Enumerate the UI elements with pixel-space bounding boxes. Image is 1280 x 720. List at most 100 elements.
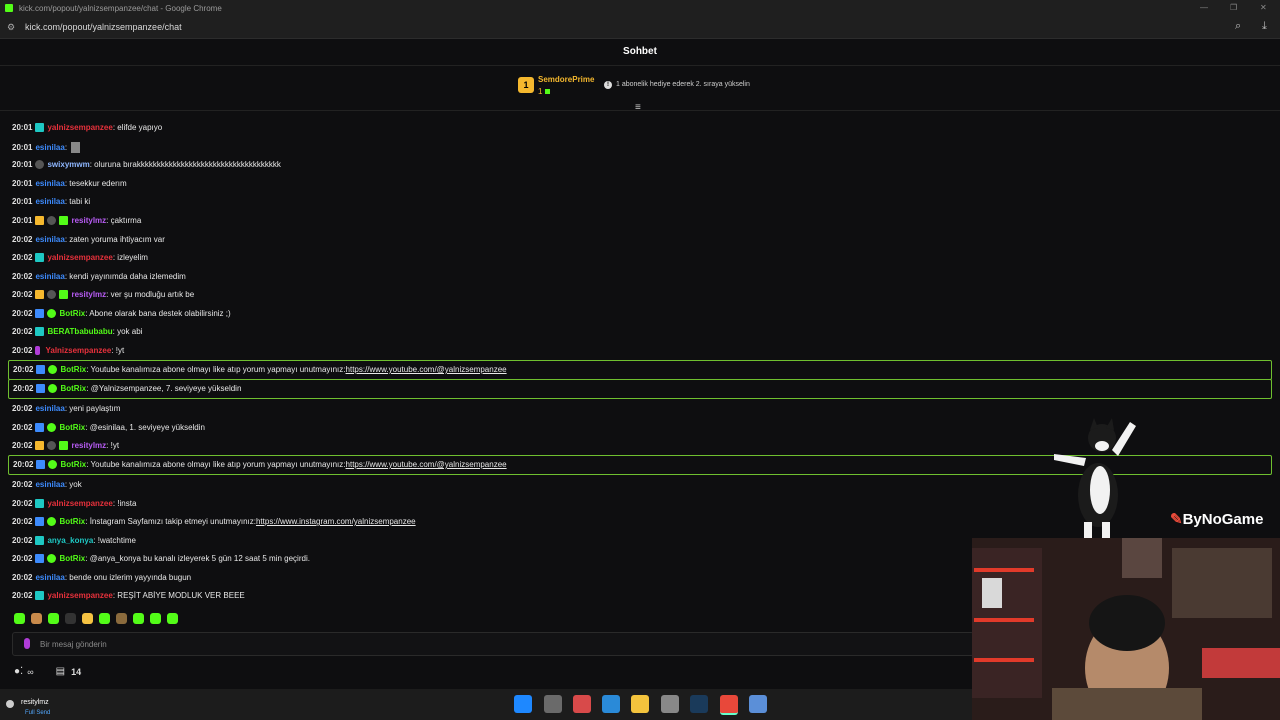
- og-badge-icon[interactable]: [47, 290, 57, 299]
- message-username[interactable]: BotRix: [60, 460, 86, 469]
- message-username[interactable]: BotRix: [60, 384, 86, 393]
- message-username[interactable]: esinilaa: [35, 480, 64, 489]
- user-profile-icon[interactable]: [6, 700, 14, 708]
- emote-button[interactable]: [48, 613, 59, 624]
- message-username[interactable]: BERATbabubabu: [47, 327, 112, 336]
- message-text: : !insta: [112, 499, 137, 508]
- gifter-badge-icon[interactable]: [59, 216, 69, 225]
- og-badge-icon[interactable]: [35, 160, 45, 169]
- minimize-icon[interactable]: —: [1200, 3, 1208, 12]
- message-link[interactable]: https://www.youtube.com/@yalnizsempanzee: [346, 365, 507, 374]
- url-text[interactable]: kick.com/popout/yalnizsempanzee/chat: [25, 22, 182, 32]
- emote-button[interactable]: [150, 613, 161, 624]
- verified-badge-icon[interactable]: [48, 365, 58, 374]
- emote-image[interactable]: [71, 142, 81, 153]
- collapse-icon[interactable]: ≡: [635, 103, 641, 113]
- message-link[interactable]: https://www.youtube.com/@yalnizsempanzee: [346, 460, 507, 469]
- subscriber-badge-icon[interactable]: [35, 536, 45, 545]
- verified-badge-icon[interactable]: [48, 384, 58, 393]
- message-username[interactable]: esinilaa: [35, 404, 64, 413]
- message-username[interactable]: esinilaa: [35, 573, 64, 582]
- download-icon[interactable]: ⤓: [1262, 20, 1267, 33]
- file-explorer-icon[interactable]: [631, 695, 649, 713]
- subscriber-badge-icon[interactable]: [35, 591, 45, 600]
- bot-badge-icon[interactable]: [36, 384, 46, 393]
- emote-button[interactable]: [116, 613, 127, 624]
- task-view-icon[interactable]: [544, 695, 562, 713]
- message-username[interactable]: swixymwm: [47, 160, 89, 169]
- emote-button[interactable]: [82, 613, 93, 624]
- message-username[interactable]: resitylmz: [71, 290, 106, 299]
- message-username[interactable]: esinilaa: [35, 235, 64, 244]
- chat-message: 20:02 Yalnizsempanzee: !yt: [8, 341, 1270, 359]
- viewers-icon[interactable]: ●⁚: [14, 666, 23, 677]
- gift-box-icon[interactable]: ▤: [56, 666, 65, 677]
- snipping-tool-icon[interactable]: [573, 695, 591, 713]
- crown-badge-icon[interactable]: [35, 290, 45, 299]
- message-username[interactable]: esinilaa: [35, 179, 64, 188]
- message-username[interactable]: BotRix: [59, 517, 85, 526]
- notepad-icon[interactable]: [749, 695, 767, 713]
- message-username[interactable]: yalnizsempanzee: [47, 499, 112, 508]
- mic-badge-icon[interactable]: [35, 346, 41, 355]
- message-username[interactable]: resitylmz: [71, 441, 106, 450]
- mic-badge-icon: [24, 638, 30, 649]
- message-username[interactable]: yalnizsempanzee: [47, 123, 112, 132]
- emote-button[interactable]: [133, 613, 144, 624]
- subscriber-badge-icon[interactable]: [35, 327, 45, 336]
- message-username[interactable]: anya_konya: [47, 536, 93, 545]
- verified-badge-icon[interactable]: [47, 423, 57, 432]
- message-username[interactable]: BotRix: [60, 365, 86, 374]
- emote-button[interactable]: [14, 613, 25, 624]
- message-link[interactable]: https://www.instagram.com/yalnizsempanze…: [256, 517, 416, 526]
- bot-badge-icon[interactable]: [36, 365, 46, 374]
- bot-badge-icon[interactable]: [35, 309, 45, 318]
- message-username[interactable]: esinilaa: [35, 143, 64, 152]
- bot-badge-icon[interactable]: [35, 517, 45, 526]
- bot-badge-icon[interactable]: [35, 423, 45, 432]
- webcam-video: [972, 538, 1280, 720]
- message-username[interactable]: esinilaa: [35, 272, 64, 281]
- gifter-badge-icon[interactable]: [59, 441, 69, 450]
- message-username[interactable]: esinilaa: [35, 197, 64, 206]
- message-username[interactable]: BotRix: [59, 309, 85, 318]
- address-bar[interactable]: ⚙ kick.com/popout/yalnizsempanzee/chat ⌕…: [0, 16, 1280, 39]
- crown-badge-icon[interactable]: [35, 441, 45, 450]
- emote-button[interactable]: [65, 613, 76, 624]
- emote-button[interactable]: [31, 613, 42, 624]
- message-username[interactable]: resitylmz: [71, 216, 106, 225]
- chat-input[interactable]: [38, 636, 442, 652]
- verified-badge-icon[interactable]: [47, 554, 57, 563]
- subscriber-badge-icon[interactable]: [35, 123, 45, 132]
- steam-icon[interactable]: [690, 695, 708, 713]
- message-username[interactable]: BotRix: [59, 423, 85, 432]
- vpn-icon[interactable]: [661, 695, 679, 713]
- top-gifter-name[interactable]: SemdorePrime: [538, 75, 594, 84]
- message-username[interactable]: yalnizsempanzee: [47, 253, 112, 262]
- subscriber-badge-icon[interactable]: [35, 253, 45, 262]
- chrome-icon[interactable]: [720, 695, 738, 715]
- verified-badge-icon[interactable]: [47, 309, 57, 318]
- close-icon[interactable]: ✕: [1260, 3, 1267, 12]
- bot-badge-icon[interactable]: [36, 460, 46, 469]
- zoom-icon[interactable]: ⌕: [1235, 20, 1241, 33]
- subscriber-badge-icon[interactable]: [35, 499, 45, 508]
- message-timestamp: 20:01: [12, 179, 33, 188]
- message-username[interactable]: yalnizsempanzee: [47, 591, 112, 600]
- windows-start-icon[interactable]: [514, 695, 532, 713]
- message-username[interactable]: Yalnizsempanzee: [45, 346, 111, 355]
- message-timestamp: 20:02: [12, 327, 33, 336]
- message-username[interactable]: BotRix: [59, 554, 85, 563]
- emote-button[interactable]: [167, 613, 178, 624]
- photos-icon[interactable]: [602, 695, 620, 713]
- verified-badge-icon[interactable]: [48, 460, 58, 469]
- restore-icon[interactable]: ❐: [1230, 3, 1237, 12]
- gifter-badge-icon[interactable]: [59, 290, 69, 299]
- bot-badge-icon[interactable]: [35, 554, 45, 563]
- verified-badge-icon[interactable]: [47, 517, 57, 526]
- emote-button[interactable]: [99, 613, 110, 624]
- og-badge-icon[interactable]: [47, 216, 57, 225]
- crown-badge-icon[interactable]: [35, 216, 45, 225]
- site-settings-icon[interactable]: ⚙: [7, 22, 15, 33]
- og-badge-icon[interactable]: [47, 441, 57, 450]
